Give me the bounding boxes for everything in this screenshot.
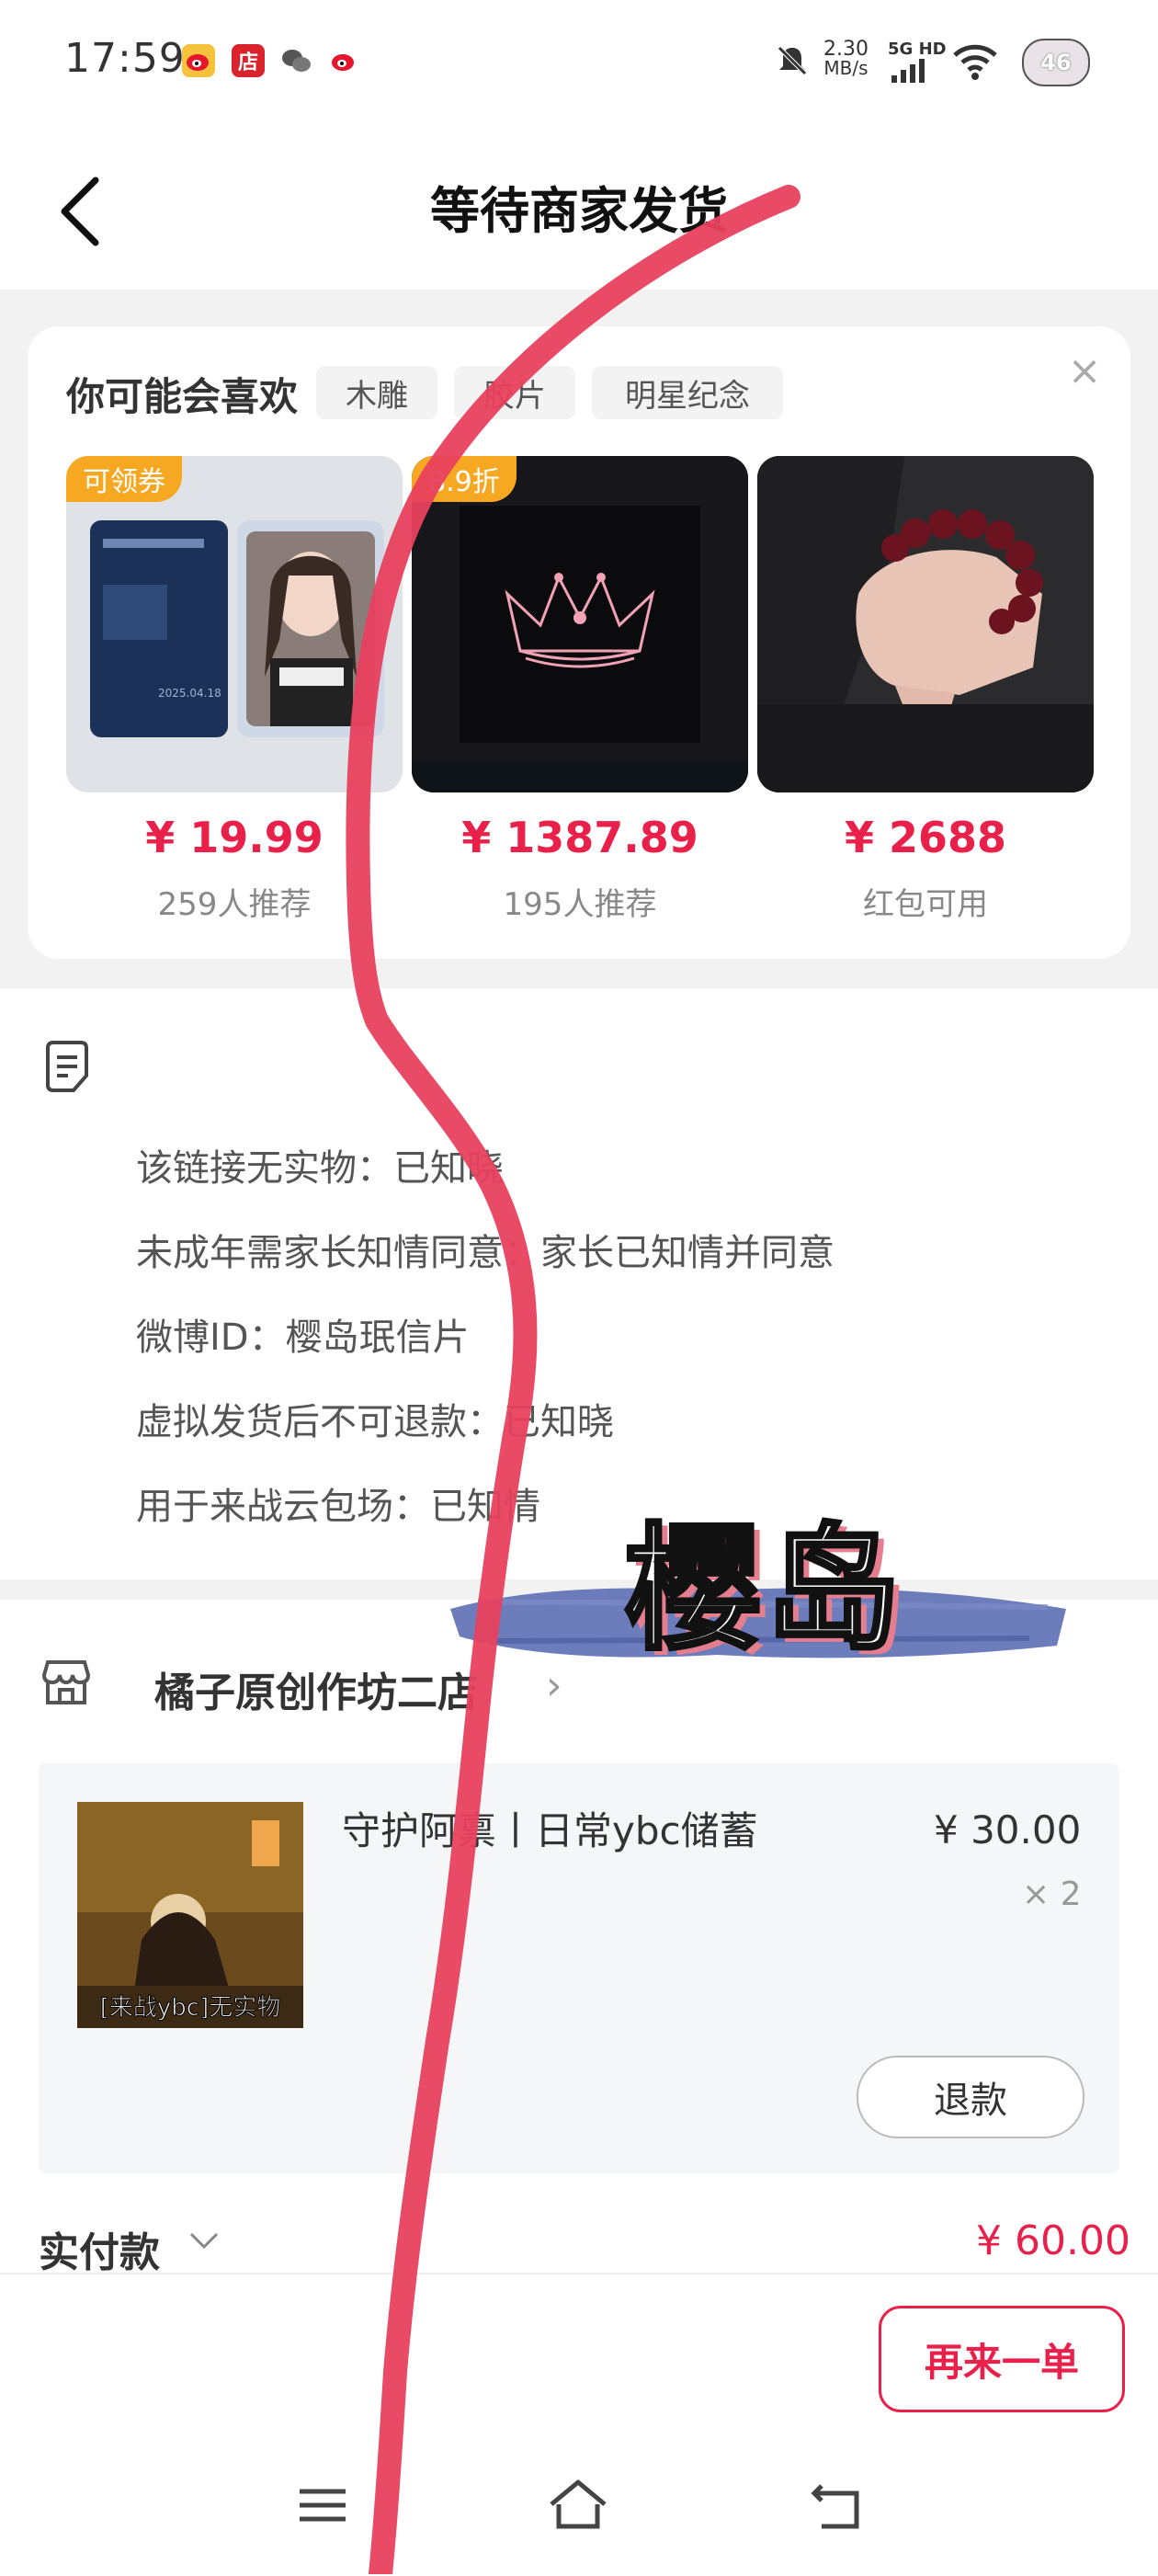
chip-star-souvenir[interactable]: 明星纪念 [592, 366, 783, 419]
order-item-title[interactable]: 守护阿禀丨日常ybc储蓄 [342, 1800, 758, 1856]
battery-icon: 46 [1022, 39, 1090, 86]
signal-icon [891, 59, 925, 83]
tag-coupon: 可领券 [66, 456, 182, 502]
product-price-1: ¥ 19.99 [145, 813, 324, 862]
order-item-qty: × 2 [1022, 1875, 1082, 1913]
weibo-icon [327, 44, 360, 77]
payment-amount: ¥ 60.00 [976, 2217, 1130, 2264]
tag-discount: 8.9折 [412, 456, 517, 502]
note-icon [39, 1039, 96, 1096]
chip-wood-carving[interactable]: 木雕 [316, 366, 437, 419]
net-speed-value: 2.30 [823, 38, 868, 61]
order-item-price: ¥ 30.00 [934, 1807, 1082, 1852]
payment-label[interactable]: 实付款 [39, 2219, 160, 2278]
close-recommend-button[interactable]: × [1066, 351, 1103, 392]
product-sub-2: 195人推荐 [503, 886, 657, 923]
product-image-crown-album [412, 456, 748, 792]
product-card-2[interactable] [412, 456, 748, 792]
note-line-3: 微博ID：樱岛珉信片 [136, 1316, 470, 1359]
close-icon: × [1067, 348, 1102, 394]
net-speed-unit: MB/s [823, 57, 868, 79]
product-card-3[interactable] [757, 456, 1094, 792]
store-icon [39, 1655, 94, 1710]
status-bar: 17:59 店 2.30 MB/s 5G HD 46 [0, 0, 1158, 120]
thumbnail-caption: [来战ybc]无实物 [100, 1994, 280, 2022]
status-time: 17:59 [64, 35, 186, 82]
order-thumbnail[interactable]: [来战ybc]无实物 [77, 1802, 303, 2028]
product-sub-3: 红包可用 [863, 886, 988, 923]
net-speed: 2.30 MB/s [823, 38, 868, 79]
menu-icon[interactable] [290, 2473, 355, 2537]
page-title: 等待商家发货 [430, 182, 728, 240]
shop-name[interactable]: 橘子原创作坊二店 [154, 1659, 478, 1718]
wechat-icon [279, 44, 312, 77]
note-line-1: 该链接无实物：已知晓 [136, 1147, 504, 1190]
wifi-icon [952, 44, 998, 81]
network-type: 5G HD [888, 40, 947, 85]
reorder-button[interactable]: 再来一单 [879, 2306, 1125, 2412]
product-image-bracelet [757, 456, 1094, 792]
product-price-2: ¥ 1387.89 [461, 813, 698, 862]
product-image-photocard: 2025.04.18 [66, 456, 403, 792]
shop-icon: 店 [232, 44, 265, 77]
battery-level: 46 [1040, 50, 1072, 75]
recommend-title: 你可能会喜欢 [66, 374, 299, 419]
product-sub-1: 259人推荐 [157, 886, 312, 923]
return-icon[interactable] [805, 2473, 869, 2537]
weibo-icon [182, 44, 215, 77]
card-date-text: 2025.04.18 [158, 687, 221, 700]
note-line-4: 虚拟发货后不可退款：已知晓 [136, 1401, 614, 1443]
home-icon[interactable] [546, 2473, 610, 2537]
refund-button[interactable]: 退款 [857, 2056, 1084, 2138]
note-line-5: 用于来战云包场：已知情 [136, 1486, 540, 1528]
sticker-text: 樱岛 [623, 1509, 904, 1670]
network-label: 5G HD [888, 40, 947, 59]
product-price-3: ¥ 2688 [844, 813, 1007, 862]
product-card-1[interactable]: 2025.04.18 [66, 456, 403, 792]
chevron-down-icon[interactable] [186, 2221, 222, 2266]
mute-icon [774, 42, 811, 79]
chip-film[interactable]: 胶片 [454, 366, 575, 419]
note-line-2: 未成年需家长知情同意：家长已知情并同意 [136, 1232, 834, 1274]
